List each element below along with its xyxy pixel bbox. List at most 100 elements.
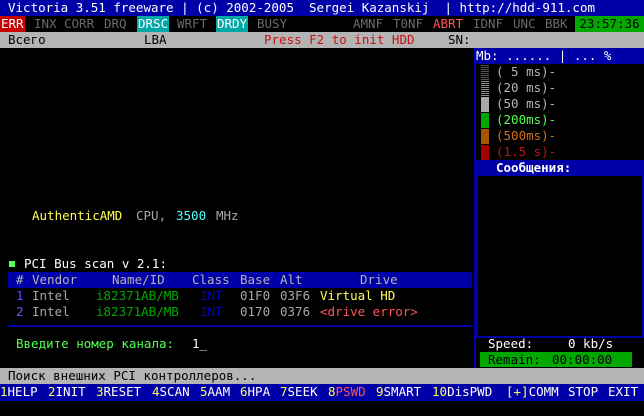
legend-swatch-200ms <box>481 113 489 128</box>
remain-value: 00:00:00 <box>552 352 613 367</box>
row-num: 2 <box>16 304 24 319</box>
remain-bar: Remain: 00:00:00 <box>480 352 632 367</box>
fkey-smart[interactable]: 9SMART <box>376 384 421 400</box>
flag-inx: INX <box>34 16 57 31</box>
fkey-num: 10 <box>432 384 448 399</box>
row-drive: Virtual HD <box>320 288 396 303</box>
cpu-mhz: 3500 <box>176 208 207 223</box>
legend-label-20ms: (20 ms)- <box>496 80 557 95</box>
pci-scan-title: PCI Bus scan v 2.1: <box>24 256 167 271</box>
row-base: 0170 <box>240 304 271 319</box>
row-class: INT <box>200 304 223 319</box>
fkey-label: RESET <box>103 384 142 399</box>
fkey-num: 9 <box>376 384 384 399</box>
status-text: Поиск внешних PCI контроллеров... <box>8 368 257 383</box>
fkey-label: INIT <box>55 384 86 399</box>
fkey-stop[interactable]: STOP <box>568 384 598 400</box>
fkey-exit[interactable]: EXIT <box>608 384 638 400</box>
clock: 23:57:36 <box>575 16 644 32</box>
flag-bbk: BBK <box>545 16 568 31</box>
row-alt: 0376 <box>280 304 311 319</box>
info-bar: Всего LBA Press F2 to init HDD SN: <box>0 32 644 48</box>
legend-label-500ms: (500ms)- <box>496 128 557 143</box>
row-num: 1 <box>16 288 24 303</box>
fkey-num: 3 <box>96 384 104 399</box>
speed-label: Speed: <box>488 336 534 351</box>
fkey-help[interactable]: 1HELP <box>0 384 38 400</box>
legend-swatch-20ms <box>481 81 489 96</box>
fkey-init[interactable]: 2INIT <box>48 384 86 400</box>
messages-title: Сообщения: <box>496 160 572 175</box>
row-vendor: Intel <box>32 288 70 303</box>
col-num: # <box>16 272 24 287</box>
flag-wrft: WRFT <box>177 16 208 31</box>
init-hint: Press F2 to init HDD <box>264 32 415 47</box>
row-class: INT <box>200 288 223 303</box>
flag-abrt: ABRT <box>433 16 464 31</box>
channel-input[interactable]: 1_ <box>192 336 207 352</box>
fkey-num: [+] <box>506 384 529 399</box>
flag-drsc: DRSC <box>137 16 170 32</box>
fkey-pswd[interactable]: 8PSWD <box>328 384 366 400</box>
row-name: i82371AB/MB <box>96 288 179 303</box>
col-alt: Alt <box>280 272 303 287</box>
legend-swatch-5ms <box>481 65 489 80</box>
messages-box <box>476 176 644 338</box>
total-label: Всего <box>8 32 46 47</box>
messages-title-bar: Сообщения: <box>476 160 644 176</box>
fkey-aam[interactable]: 5AAM <box>200 384 230 400</box>
col-drive: Drive <box>360 272 398 287</box>
fkey-label: HPA <box>247 384 271 399</box>
fkey-label: STOP <box>568 384 599 399</box>
status-line: Поиск внешних PCI контроллеров... <box>0 368 644 384</box>
legend-label-5ms: ( 5 ms)- <box>496 64 557 79</box>
remain-label: Remain: <box>488 352 541 367</box>
flag-idnf: IDNF <box>473 16 504 31</box>
fkey-scan[interactable]: 4SCAN <box>152 384 190 400</box>
fkey-reset[interactable]: 3RESET <box>96 384 141 400</box>
flag-unc: UNC <box>513 16 536 31</box>
fkey-label: SMART <box>383 384 422 399</box>
flag-drdy: DRDY <box>216 16 249 32</box>
legend-swatch-500ms <box>481 129 489 144</box>
legend-swatch-1500ms <box>481 145 489 160</box>
fkey-num: 6 <box>240 384 248 399</box>
fkey-num: 8 <box>328 384 336 399</box>
fkey-label: SCAN <box>159 384 190 399</box>
fkey-comm[interactable]: [+]COMM <box>506 384 559 400</box>
fkey-label: SEEK <box>287 384 318 399</box>
flag-corr: CORR <box>64 16 95 31</box>
flag-busy: BUSY <box>257 16 288 31</box>
legend-label-1500ms: (1.5 s)- <box>496 144 557 159</box>
col-name: Name/ID <box>112 272 165 287</box>
function-keys-bar: 1HELP 2INIT 3RESET 4SCAN 5AAM 6HPA 7SEEK… <box>0 384 644 401</box>
channel-prompt-label: Введите номер канала: <box>16 336 175 351</box>
fkey-dispwd[interactable]: 10DisPWD <box>432 384 492 400</box>
cpu-label: CPU, <box>136 208 167 223</box>
row-vendor: Intel <box>32 304 70 319</box>
sn-label: SN: <box>448 32 471 47</box>
fkey-label: EXIT <box>608 384 639 399</box>
flag-amnf: AMNF <box>353 16 384 31</box>
fkey-label: DisPWD <box>447 384 493 399</box>
fkey-label: HELP <box>7 384 38 399</box>
fkey-seek[interactable]: 7SEEK <box>280 384 318 400</box>
fkey-num: 1 <box>0 384 8 399</box>
legend-label-200ms: (200ms)- <box>496 112 557 127</box>
fkey-label: PSWD <box>335 384 366 399</box>
title-bar: Victoria 3.51 freeware | (c) 2002-2005 S… <box>0 0 644 16</box>
speed-value: 0 kb/s <box>568 336 614 351</box>
fkey-label: AAM <box>207 384 231 399</box>
pci-bullet <box>9 261 15 267</box>
flag-drq: DRQ <box>104 16 127 31</box>
col-vendor: Vendor <box>32 272 78 287</box>
flag-err: ERR <box>0 16 25 32</box>
fkey-num: 2 <box>48 384 56 399</box>
right-panel-header: Mb: ...... | ... % <box>476 48 644 64</box>
row-base: 01F0 <box>240 288 271 303</box>
flag-t0nf: T0NF <box>393 16 424 31</box>
lba-label: LBA <box>144 32 167 47</box>
fkey-num: 4 <box>152 384 160 399</box>
fkey-hpa[interactable]: 6HPA <box>240 384 270 400</box>
col-class: Class <box>192 272 230 287</box>
